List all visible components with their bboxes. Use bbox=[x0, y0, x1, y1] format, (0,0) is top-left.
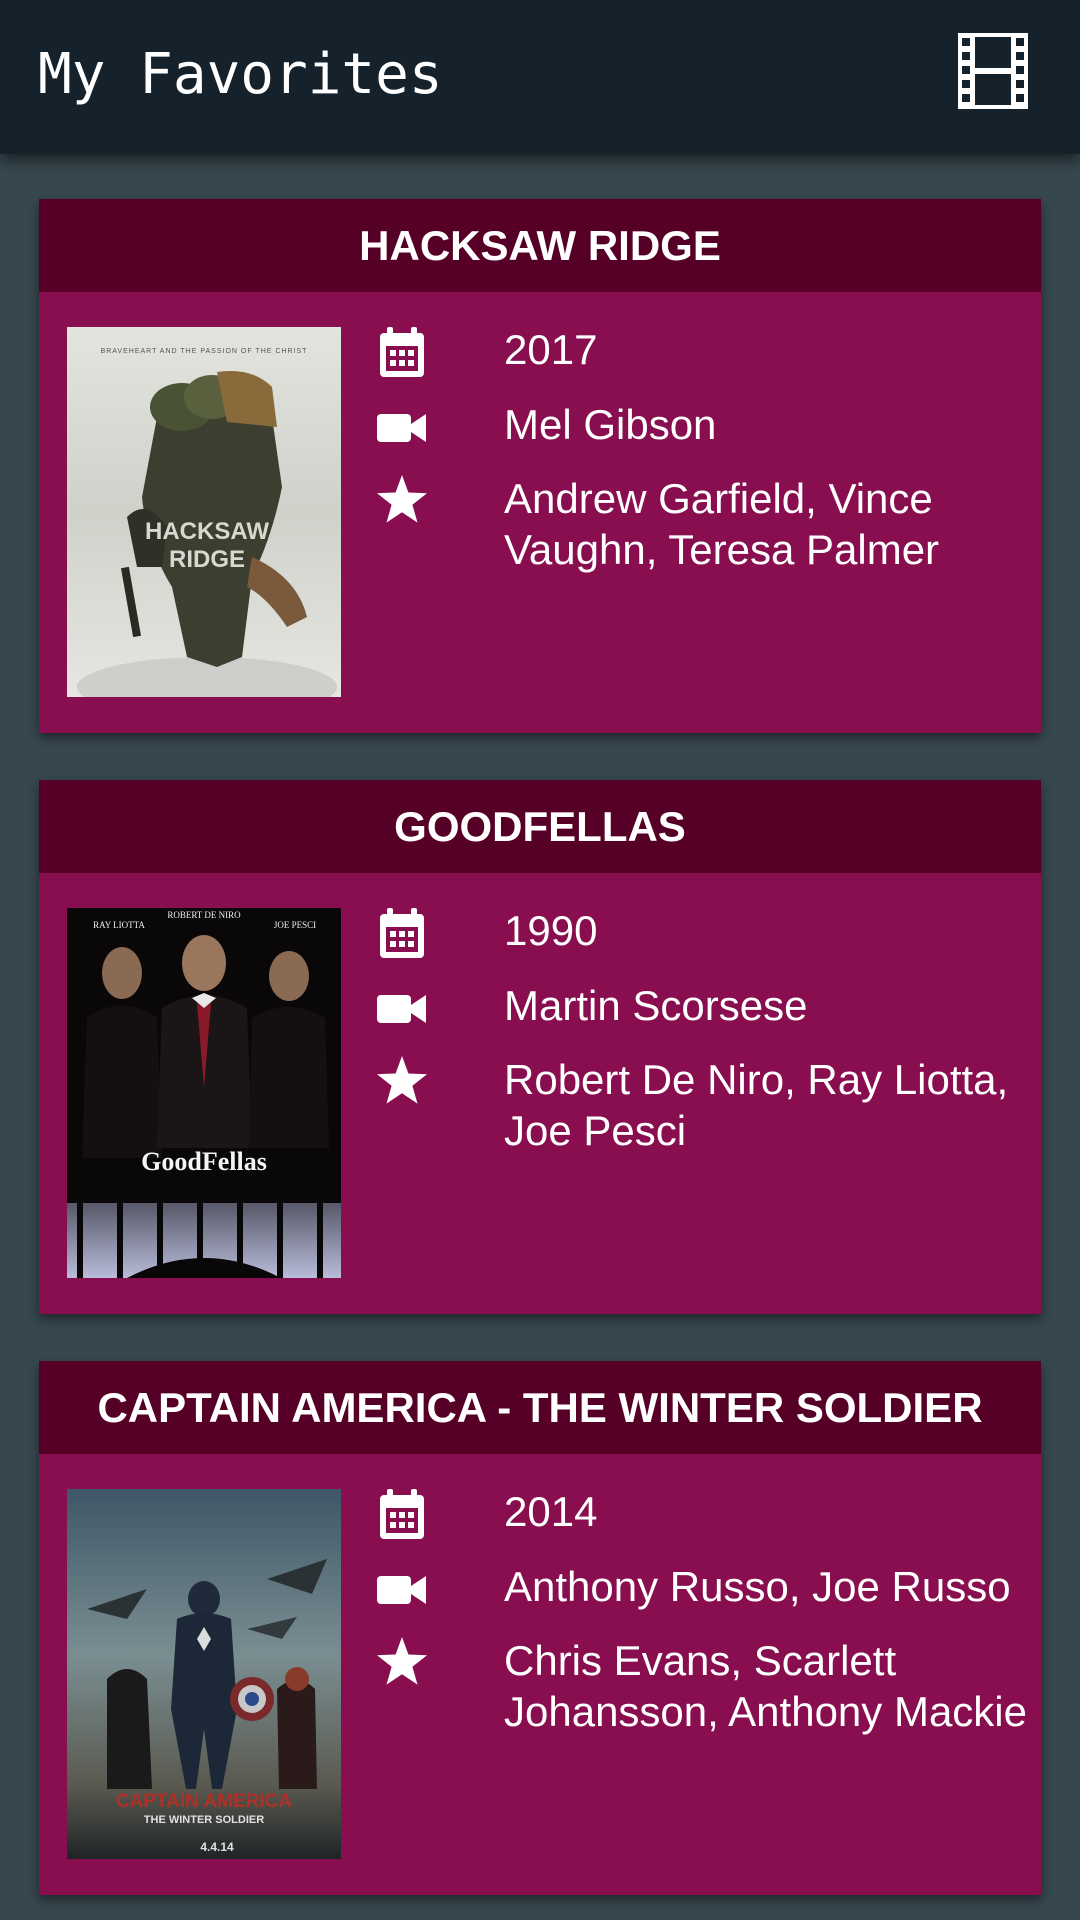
poster-name-left: RAY LIOTTA bbox=[93, 920, 145, 930]
movie-year: 2017 bbox=[504, 326, 598, 373]
poster-title-line1: HACKSAW bbox=[145, 518, 269, 545]
movie-director: Mel Gibson bbox=[504, 401, 717, 448]
movie-title: HACKSAW RIDGE bbox=[39, 199, 1041, 292]
movie-poster: BRAVEHEART AND THE PASSION OF THE CHRIST… bbox=[67, 327, 341, 697]
movie-year: 2014 bbox=[504, 1488, 598, 1535]
video-camera-icon bbox=[374, 980, 430, 1036]
movie-cast: Robert De Niro, Ray Liotta, Joe Pesci bbox=[504, 1056, 1009, 1154]
video-camera-icon bbox=[374, 1561, 430, 1617]
movie-card-captain-america[interactable]: CAPTAIN AMERICA - THE WINTER SOLDIER CAP… bbox=[39, 1361, 1041, 1895]
film-icon[interactable] bbox=[958, 33, 1028, 109]
page-title: My Favorites bbox=[38, 42, 443, 107]
star-icon bbox=[374, 473, 430, 529]
poster-tagline: BRAVEHEART AND THE PASSION OF THE CHRIST bbox=[101, 348, 308, 355]
movie-poster: RAY LIOTTA ROBERT DE NIRO JOE PESCI Good… bbox=[67, 908, 341, 1278]
calendar-icon bbox=[374, 905, 430, 961]
movie-poster: CAPTAIN AMERICA THE WINTER SOLDIER 4.4.1… bbox=[67, 1489, 341, 1859]
movie-card-hacksaw-ridge[interactable]: HACKSAW RIDGE BRAVEHEART AND THE PASSION… bbox=[39, 199, 1041, 733]
movie-year: 1990 bbox=[504, 907, 598, 954]
poster-name-right: JOE PESCI bbox=[274, 920, 316, 930]
calendar-icon bbox=[374, 1486, 430, 1542]
star-icon bbox=[374, 1635, 430, 1691]
poster-title-line2: THE WINTER SOLDIER bbox=[144, 1814, 264, 1826]
movie-cast: Chris Evans, Scarlett Johansson, Anthony… bbox=[504, 1637, 1027, 1735]
movie-title: GOODFELLAS bbox=[39, 780, 1041, 873]
movie-card-goodfellas[interactable]: GOODFELLAS RAY LIOTTA ROBERT DE NIRO JOE… bbox=[39, 780, 1041, 1314]
poster-name-center: ROBERT DE NIRO bbox=[167, 910, 241, 920]
poster-title: GoodFellas bbox=[141, 1147, 267, 1176]
movie-director: Martin Scorsese bbox=[504, 982, 808, 1029]
star-icon bbox=[374, 1054, 430, 1110]
movie-title: CAPTAIN AMERICA - THE WINTER SOLDIER bbox=[39, 1361, 1041, 1454]
poster-date: 4.4.14 bbox=[200, 1840, 234, 1854]
video-camera-icon bbox=[374, 399, 430, 455]
movie-cast: Andrew Garfield, Vince Vaughn, Teresa Pa… bbox=[504, 475, 940, 573]
app-bar: My Favorites bbox=[0, 0, 1080, 154]
poster-title-line1: CAPTAIN AMERICA bbox=[116, 1791, 293, 1812]
poster-title-line2: RIDGE bbox=[169, 546, 245, 573]
calendar-icon bbox=[374, 324, 430, 380]
movie-director: Anthony Russo, Joe Russo bbox=[504, 1563, 1011, 1610]
